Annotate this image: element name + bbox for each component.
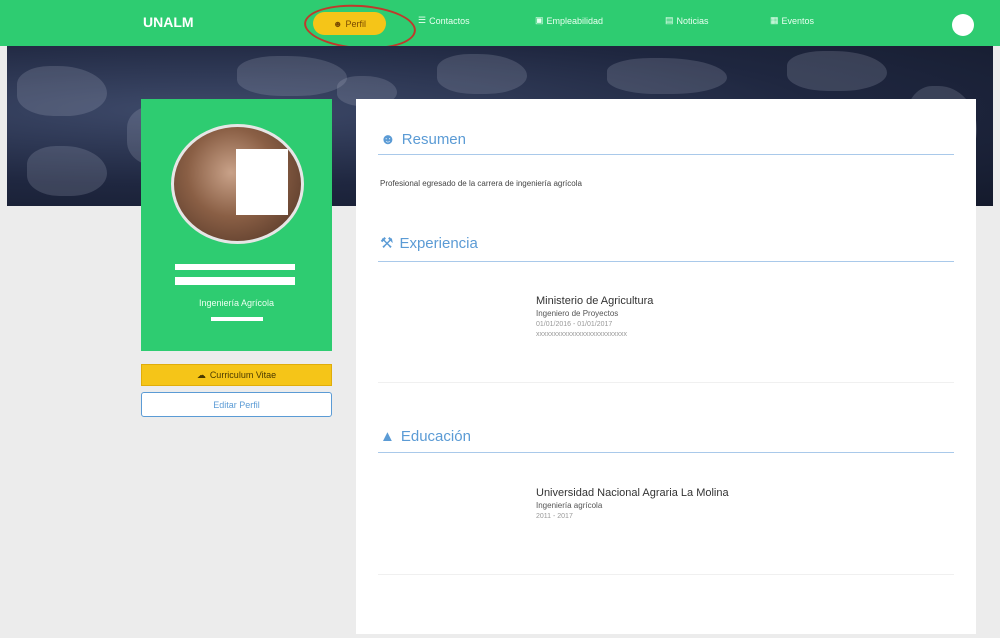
top-navbar: UNALM ☻ Perfil ☰ Contactos ▣ Empleabilid…	[0, 0, 1000, 46]
nav-item-label: Noticias	[676, 15, 709, 26]
nav-item-noticias[interactable]: ▤ Noticias	[665, 15, 709, 26]
nav-item-label: Eventos	[781, 15, 815, 26]
entry-divider	[378, 382, 954, 383]
experience-entry: Ministerio de Agricultura Ingeniero de P…	[536, 295, 653, 338]
lastname-redacted	[175, 277, 295, 285]
news-icon: ▤	[665, 15, 674, 25]
tools-icon: ⚒	[380, 235, 394, 252]
nav-item-label: Empleabilidad	[546, 15, 604, 26]
nav-item-empleabilidad[interactable]: ▣ Empleabilidad	[535, 15, 603, 26]
profile-photo	[171, 124, 304, 244]
nav-item-contactos[interactable]: ☰ Contactos	[418, 15, 470, 26]
calendar-icon: ▦	[770, 15, 779, 25]
education-org: Universidad Nacional Agraria La Molina	[536, 487, 729, 499]
experience-role: Ingeniero de Proyectos	[536, 309, 619, 318]
face-redaction	[236, 149, 288, 215]
curriculum-vitae-button[interactable]: ☁ Curriculum Vitae	[141, 364, 332, 386]
profile-card: Ingeniería Agrícola	[141, 99, 332, 351]
section-title-label: Educación	[400, 428, 471, 445]
section-educacion-title: ▲ Educación	[380, 428, 471, 445]
name-redacted	[175, 264, 295, 270]
education-entry: Universidad Nacional Agraria La Molina I…	[536, 487, 729, 520]
profile-career: Ingeniería Agrícola	[198, 298, 275, 308]
code-redacted	[211, 317, 263, 321]
user-menu-avatar[interactable]	[952, 14, 974, 36]
nav-item-eventos[interactable]: ▦ Eventos	[770, 15, 814, 26]
experience-dates: 01/01/2016 - 01/01/2017	[536, 321, 613, 328]
experience-org: Ministerio de Agricultura	[536, 295, 654, 307]
entry-divider	[378, 574, 954, 575]
user-icon: ☻	[333, 18, 343, 29]
section-experiencia-title: ⚒ Experiencia	[380, 234, 478, 253]
edit-profile-button[interactable]: Editar Perfil	[141, 392, 332, 417]
section-title-label: Experiencia	[399, 234, 478, 252]
education-dates: 2011 - 2017	[536, 513, 573, 520]
nav-item-label: Contactos	[429, 15, 470, 26]
contacts-icon: ☰	[418, 15, 427, 25]
profile-details-card: ☻ Resumen Profesional egresado de la car…	[356, 99, 976, 634]
education-degree: Ingeniería agrícola	[536, 501, 603, 510]
section-divider	[378, 452, 954, 453]
graduation-cap-icon: ▲	[380, 428, 395, 445]
section-divider	[378, 261, 954, 262]
nav-item-perfil[interactable]: ☻ Perfil	[313, 12, 386, 35]
summary-text: Profesional egresado de la carrera de in…	[380, 179, 582, 188]
nav-item-label: Perfil	[345, 18, 366, 29]
section-divider	[378, 154, 954, 155]
briefcase-icon: ▣	[535, 15, 544, 25]
brand-logo[interactable]: UNALM	[143, 14, 194, 30]
section-resumen-title: ☻ Resumen	[380, 131, 466, 148]
section-title-label: Resumen	[401, 131, 466, 148]
user-icon: ☻	[380, 131, 396, 148]
experience-description: xxxxxxxxxxxxxxxxxxxxxxxxxx	[536, 331, 627, 338]
cloud-download-icon: ☁	[196, 369, 206, 380]
cv-button-label: Curriculum Vitae	[209, 370, 277, 380]
